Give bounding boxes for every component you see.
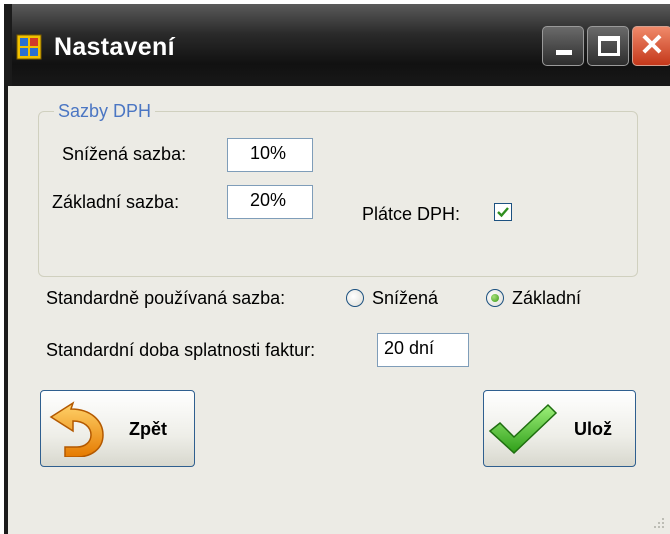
resize-grip-icon[interactable]: [652, 516, 666, 530]
default-rate-reduced-label[interactable]: Snížená: [372, 288, 438, 309]
window-title: Nastavení: [54, 33, 175, 61]
checkmark-icon: [497, 207, 509, 218]
vat-payer-checkbox[interactable]: [494, 203, 512, 221]
basic-rate-label: Základní sazba:: [52, 192, 180, 212]
maximize-button[interactable]: [587, 26, 629, 66]
back-button[interactable]: Zpět: [40, 390, 195, 467]
back-arrow-icon: [49, 401, 104, 457]
default-rate-basic-radio[interactable]: [486, 289, 504, 307]
default-rate-basic-label[interactable]: Základní: [512, 288, 581, 309]
reduced-rate-input[interactable]: 10%: [227, 138, 313, 172]
app-icon: [16, 34, 42, 60]
due-period-input[interactable]: 20 dní: [377, 333, 469, 367]
close-icon: ✕: [639, 29, 665, 62]
due-period-label: Standardní doba splatnosti faktur:: [46, 340, 316, 360]
maximize-icon: [598, 36, 620, 56]
title-bar[interactable]: Nastavení ✕: [4, 4, 670, 90]
back-button-label: Zpět: [129, 419, 167, 439]
basic-rate-input[interactable]: 20%: [227, 185, 313, 219]
save-button-label: Ulož: [574, 419, 612, 439]
radio-selected-dot: [491, 294, 499, 302]
vat-rates-group-title: Sazby DPH: [54, 101, 156, 122]
default-rate-reduced-radio[interactable]: [346, 289, 364, 307]
minimize-icon: [556, 50, 572, 55]
save-check-icon: [488, 403, 558, 455]
reduced-rate-label: Snížená sazba:: [62, 144, 187, 164]
minimize-button[interactable]: [542, 26, 584, 66]
save-button[interactable]: Ulož: [483, 390, 636, 467]
close-button[interactable]: ✕: [632, 26, 670, 66]
vat-payer-label: Plátce DPH:: [362, 204, 461, 224]
default-rate-label: Standardně používaná sazba:: [46, 288, 286, 308]
